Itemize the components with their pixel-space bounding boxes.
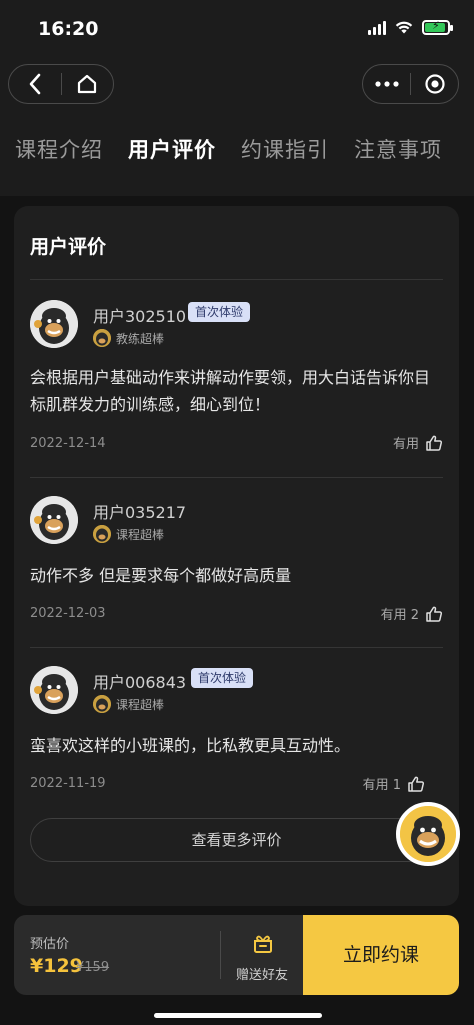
- gift-label: 赠送好友: [235, 968, 288, 983]
- status-time: 16:20: [38, 18, 99, 40]
- thumbs-up-icon: [408, 776, 425, 792]
- divider: [30, 477, 443, 478]
- gorilla-avatar: [30, 666, 78, 714]
- more-icon: [374, 81, 399, 87]
- back-button[interactable]: [9, 65, 61, 103]
- tag-avatar-icon: [93, 525, 111, 543]
- header: 课程介绍 用户评价 约课指引 注意事项: [0, 56, 474, 196]
- home-icon: [78, 74, 97, 94]
- review-content: 蛮喜欢这样的小班课的，比私教更具互动性。: [30, 736, 351, 755]
- purchase-bar: 预估价 ¥129 ¥159 赠送好友 立即约课: [14, 915, 459, 995]
- view-more-reviews-button[interactable]: 查看更多评价: [30, 818, 443, 862]
- status-icons: ⚡: [368, 19, 453, 35]
- battery-icon: ⚡: [422, 19, 453, 35]
- review-date: 2022-12-14: [30, 436, 106, 451]
- gift-friend-button[interactable]: 赠送好友: [222, 915, 302, 995]
- original-price: ¥159: [76, 960, 110, 975]
- gorilla-avatar: [400, 806, 456, 862]
- home-button[interactable]: [62, 65, 114, 103]
- tab-user-reviews[interactable]: 用户评价: [128, 134, 216, 164]
- status-bar: 16:20 ⚡: [0, 0, 474, 56]
- useful-button[interactable]: 有用 2: [381, 604, 443, 623]
- signal-icon: [368, 20, 386, 35]
- user-avatar: [30, 666, 78, 714]
- nav-capsule-right: [362, 64, 459, 104]
- tag-avatar-icon: [93, 329, 111, 347]
- price-label: 预估价: [30, 937, 70, 952]
- tab-bar: 课程介绍 用户评价 约课指引 注意事项: [0, 134, 474, 174]
- username: 用户006843: [93, 673, 187, 692]
- floating-mascot-button[interactable]: [396, 802, 460, 866]
- price: ¥129: [30, 955, 83, 977]
- section-title: 用户评价: [30, 236, 107, 258]
- tab-booking-guide[interactable]: 约课指引: [241, 134, 329, 164]
- first-experience-badge: 首次体验: [191, 668, 254, 688]
- gorilla-avatar: [30, 300, 78, 348]
- username: 用户035217: [93, 503, 187, 522]
- tab-course-intro[interactable]: 课程介绍: [15, 134, 103, 164]
- gift-icon: [254, 935, 272, 953]
- user-avatar: [30, 300, 78, 348]
- useful-label: 有用 1: [362, 778, 401, 793]
- rating-tag: 课程超棒: [116, 698, 165, 712]
- rating-tag: 课程超棒: [116, 528, 165, 542]
- review-content: 动作不多 但是要求每个都做好高质量: [30, 566, 292, 585]
- tab-notes[interactable]: 注意事项: [354, 134, 442, 164]
- thumbs-up-icon: [426, 435, 443, 451]
- nav-capsule-left: [8, 64, 114, 104]
- divider: [30, 647, 443, 648]
- useful-button[interactable]: 有用 1: [363, 774, 425, 793]
- thumbs-up-icon: [426, 606, 443, 622]
- gorilla-avatar: [30, 496, 78, 544]
- divider: [220, 931, 221, 979]
- tag-avatar-icon: [93, 695, 111, 713]
- review-date: 2022-11-19: [30, 776, 106, 791]
- useful-button[interactable]: 有用: [393, 433, 443, 452]
- rating-tag: 教练超棒: [116, 332, 165, 346]
- book-now-button[interactable]: 立即约课: [303, 915, 459, 995]
- more-button[interactable]: [363, 65, 410, 103]
- useful-label: 有用: [392, 437, 419, 452]
- useful-label: 有用 2: [380, 608, 419, 623]
- review-date: 2022-12-03: [30, 606, 106, 621]
- back-icon: [29, 73, 41, 95]
- close-target-icon: [424, 74, 445, 94]
- user-avatar: [30, 496, 78, 544]
- reviews-card: 用户评价 用户302510 首次体验 教练超棒 会根据用户基础动作来讲解动作要领…: [14, 206, 459, 906]
- review-content: 会根据用户基础动作来讲解动作要领，用大白话告诉你目标肌群发力的训练感，细心到位！: [30, 368, 431, 414]
- home-indicator: [154, 1013, 322, 1018]
- first-experience-badge: 首次体验: [188, 302, 251, 322]
- close-button[interactable]: [411, 65, 458, 103]
- wifi-icon: [395, 21, 413, 34]
- divider: [30, 279, 443, 280]
- username: 用户302510: [93, 307, 187, 326]
